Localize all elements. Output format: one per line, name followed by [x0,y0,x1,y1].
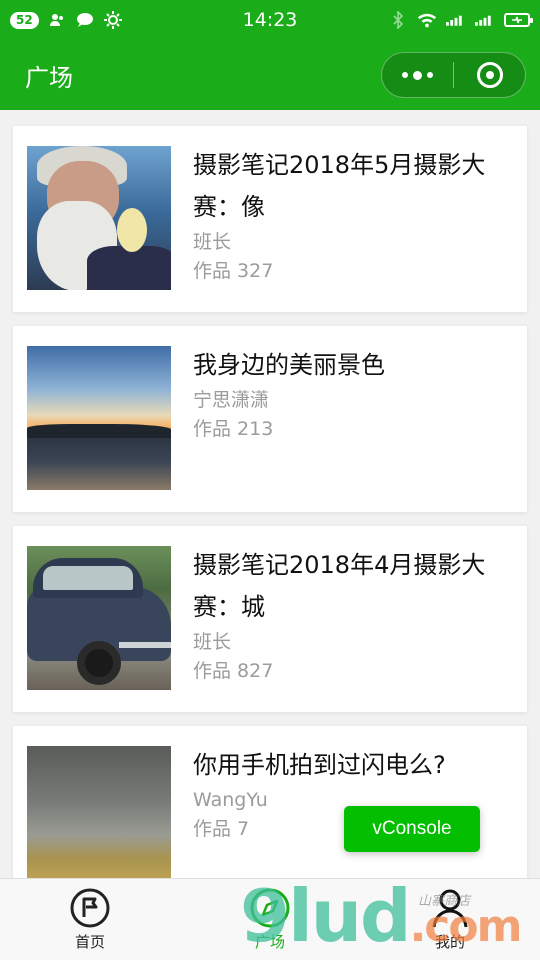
tab-mine-label: 我的 [434,933,465,951]
post-author: 班长 [193,231,232,253]
post-card[interactable]: 摄影笔记2018年5月摄影大赛：像 班长 作品 327 [13,126,527,312]
mini-program-capsule [381,52,526,98]
post-info: 摄影笔记2018年4月摄影大赛：城 班长 作品 827 [193,546,513,692]
brightness-icon [103,10,123,30]
more-dots-icon [427,72,433,78]
tab-home-label: 首页 [74,933,105,951]
post-title: 摄影笔记2018年5月摄影大赛：像 [193,151,486,221]
top-bar: 52 14:23 广场 [0,0,540,110]
person-icon [429,887,471,929]
post-thumbnail [27,546,171,690]
post-list[interactable]: 摄影笔记2018年5月摄影大赛：像 班长 作品 327 我身边的美丽景色 宁思潇… [0,110,540,878]
close-button[interactable] [454,53,525,97]
more-dots-icon [402,72,408,78]
close-circle-icon [476,62,503,88]
page-title: 广场 [25,63,73,92]
post-info: 摄影笔记2018年5月摄影大赛：像 班长 作品 327 [193,146,513,292]
post-card[interactable]: 我身边的美丽景色 宁思潇潇 作品 213 [13,326,527,512]
post-count: 作品 213 [193,418,274,440]
post-card[interactable]: 摄影笔记2018年4月摄影大赛：城 班长 作品 827 [13,526,527,712]
post-author: 班长 [193,631,232,653]
signal-icon [475,10,495,30]
battery-icon [504,13,533,27]
tab-square-label: 广场 [254,933,285,951]
tab-home[interactable]: 首页 [0,879,180,960]
tab-mine[interactable]: 我的 [360,879,540,960]
post-title: 摄影笔记2018年4月摄影大赛：城 [193,551,486,621]
tab-square[interactable]: 广场 [180,879,360,960]
status-bar: 52 14:23 [0,0,540,40]
bluetooth-icon [388,10,408,30]
wifi-icon [417,10,437,30]
signal-icon [446,10,466,30]
post-thumbnail [27,146,171,290]
notification-badge: 52 [10,11,39,29]
post-title: 你用手机拍到过闪电么? [193,751,446,779]
tab-bar: 首页 广场 我的 [0,878,540,960]
post-author: 宁思潇潇 [193,389,270,411]
status-left: 52 [10,10,123,30]
contacts-icon [47,10,67,30]
chat-bubble-icon [75,10,95,30]
more-button[interactable] [382,53,453,97]
post-title: 我身边的美丽景色 [193,351,385,379]
post-thumbnail [27,346,171,490]
nav-bar: 广场 [0,40,540,110]
post-info: 我身边的美丽景色 宁思潇潇 作品 213 [193,346,513,492]
post-count: 作品 327 [193,260,274,282]
post-count: 作品 827 [193,660,274,682]
vconsole-button[interactable]: vConsole [344,806,480,852]
home-flag-icon [69,887,111,929]
post-card[interactable]: 你用手机拍到过闪电么? WangYu 作品 7 [13,726,527,878]
status-right [388,10,533,30]
post-thumbnail [27,746,171,878]
square-compass-icon [249,887,291,929]
more-dots-icon [413,70,422,80]
